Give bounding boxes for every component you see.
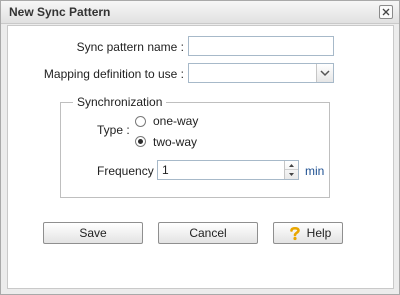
caret-up-icon [289, 164, 294, 167]
window-title: New Sync Pattern [9, 5, 111, 19]
stepper-up-button[interactable] [285, 161, 298, 170]
chevron-down-icon [320, 70, 330, 77]
sync-pattern-name-label: Sync pattern name : [76, 40, 184, 54]
stepper-buttons [284, 161, 298, 179]
option-one-way-label[interactable]: one-way [153, 114, 198, 128]
radio-two-way[interactable] [135, 136, 146, 147]
dialog: New Sync Pattern Sync pattern name : Map… [0, 0, 400, 295]
frequency-stepper[interactable]: 1 [157, 160, 299, 180]
option-two-way-label[interactable]: two-way [153, 135, 197, 149]
close-icon [382, 8, 390, 16]
cancel-button[interactable]: Cancel [158, 222, 258, 244]
help-button[interactable]: Help [273, 222, 343, 244]
dialog-body: Sync pattern name : Mapping definition t… [7, 25, 394, 289]
stepper-down-button[interactable] [285, 170, 298, 179]
radio-one-way[interactable] [135, 116, 146, 127]
synchronization-legend: Synchronization [73, 95, 167, 109]
type-label: Type : [97, 123, 130, 137]
frequency-value[interactable]: 1 [162, 163, 169, 177]
sync-pattern-name-input[interactable] [188, 36, 334, 56]
save-button[interactable]: Save [43, 222, 143, 244]
caret-down-icon [289, 173, 294, 176]
help-button-label: Help [306, 226, 332, 240]
close-button[interactable] [379, 5, 393, 19]
frequency-unit: min [305, 164, 325, 178]
question-mark-icon [290, 226, 300, 241]
titlebar[interactable]: New Sync Pattern [1, 1, 399, 24]
mapping-definition-label: Mapping definition to use : [43, 67, 184, 81]
frequency-label: Frequency : [97, 164, 161, 178]
synchronization-group: Synchronization Type : one-way two-way F… [60, 95, 330, 198]
dropdown-arrow-button[interactable] [316, 64, 333, 82]
mapping-definition-select[interactable] [188, 63, 334, 83]
